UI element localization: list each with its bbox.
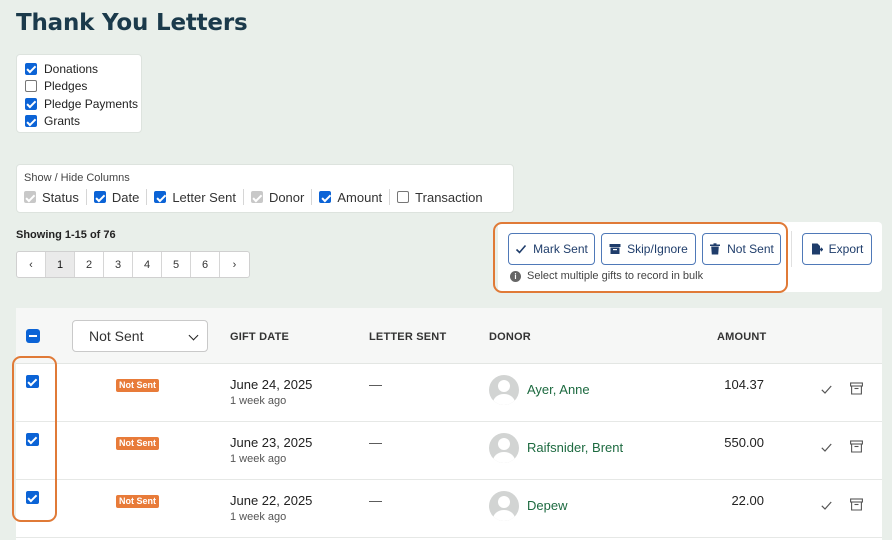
table-header: Not Sent GIFT DATE LETTER SENT DONOR AMO… bbox=[16, 308, 882, 364]
header-amount[interactable]: AMOUNT bbox=[717, 331, 766, 343]
table-row: Not Sent June 23, 2025 1 week ago — Raif… bbox=[16, 422, 882, 480]
gift-date: June 23, 2025 bbox=[230, 435, 313, 450]
pagination-page-2[interactable]: 2 bbox=[75, 252, 104, 277]
status-filter-select[interactable]: Not Sent bbox=[72, 320, 208, 352]
type-donations[interactable]: Donations bbox=[25, 60, 141, 78]
column-visibility-panel: Show / Hide Columns Status Date Letter S… bbox=[16, 164, 514, 213]
column-toggle-letter-sent[interactable]: Letter Sent bbox=[154, 189, 244, 205]
column-label: Status bbox=[42, 189, 79, 205]
column-toggle-donor: Donor bbox=[250, 189, 313, 205]
pagination-page-5[interactable]: 5 bbox=[162, 252, 191, 277]
archive-icon[interactable] bbox=[850, 498, 863, 511]
donor-column-checkbox bbox=[250, 191, 263, 203]
pagination-page-4[interactable]: 4 bbox=[133, 252, 162, 277]
column-toggle-status: Status bbox=[24, 189, 87, 205]
gift-type-filter: Donations Pledges Pledge Payments Grants bbox=[16, 54, 142, 133]
donations-checkbox[interactable] bbox=[25, 62, 37, 75]
row-checkbox-highlight-outline bbox=[12, 356, 57, 522]
letter-sent-column-checkbox[interactable] bbox=[154, 191, 167, 203]
pagination-page-3[interactable]: 3 bbox=[104, 252, 133, 277]
pagination-next[interactable]: › bbox=[220, 252, 249, 277]
gift-date-relative: 1 week ago bbox=[230, 395, 287, 407]
letter-sent-value: — bbox=[369, 493, 382, 508]
column-label: Transaction bbox=[415, 189, 483, 205]
pagination-page-6[interactable]: 6 bbox=[191, 252, 220, 277]
type-label: Pledges bbox=[44, 79, 88, 94]
donor-link[interactable]: Raifsnider, Brent bbox=[527, 440, 623, 455]
grants-checkbox[interactable] bbox=[25, 115, 37, 128]
status-column-checkbox bbox=[24, 191, 36, 203]
donor-link[interactable]: Depew bbox=[527, 498, 567, 513]
type-label: Grants bbox=[44, 114, 81, 129]
avatar bbox=[489, 375, 519, 405]
export-file-icon bbox=[811, 243, 823, 255]
pagination-prev[interactable]: ‹ bbox=[17, 252, 46, 277]
mark-sent-check-icon[interactable] bbox=[821, 442, 832, 453]
chevron-down-icon bbox=[188, 330, 199, 341]
column-label: Date bbox=[111, 189, 140, 205]
type-label: Donations bbox=[44, 61, 99, 76]
avatar bbox=[489, 491, 519, 521]
column-toggle-transaction[interactable]: Transaction bbox=[397, 189, 489, 205]
gift-date: June 22, 2025 bbox=[230, 493, 313, 508]
type-label: Pledge Payments bbox=[44, 96, 139, 111]
gift-date-relative: 1 week ago bbox=[230, 453, 287, 465]
column-label: Donor bbox=[268, 189, 305, 205]
status-badge: Not Sent bbox=[116, 495, 159, 508]
page-title: Thank You Letters bbox=[16, 10, 248, 36]
header-letter-sent[interactable]: LETTER SENT bbox=[369, 331, 446, 343]
date-column-checkbox[interactable] bbox=[93, 191, 106, 203]
mark-sent-check-icon[interactable] bbox=[821, 384, 832, 395]
table-row: Not Sent June 24, 2025 1 week ago — Ayer… bbox=[16, 364, 882, 422]
status-badge: Not Sent bbox=[116, 379, 159, 392]
type-pledges[interactable]: Pledges bbox=[25, 78, 141, 96]
actions-highlight-outline bbox=[493, 222, 788, 293]
donor-link[interactable]: Ayer, Anne bbox=[527, 382, 590, 397]
select-all-checkbox[interactable] bbox=[26, 329, 40, 343]
pledges-checkbox[interactable] bbox=[25, 80, 37, 93]
amount-column-checkbox[interactable] bbox=[319, 191, 332, 203]
pagination-page-1[interactable]: 1 bbox=[46, 252, 75, 277]
mark-sent-check-icon[interactable] bbox=[821, 500, 832, 511]
header-donor[interactable]: DONOR bbox=[489, 331, 531, 343]
status-badge: Not Sent bbox=[116, 437, 159, 450]
amount-value: 550.00 bbox=[724, 435, 764, 450]
header-gift-date[interactable]: GIFT DATE bbox=[230, 331, 289, 343]
export-label: Export bbox=[828, 242, 864, 256]
amount-value: 22.00 bbox=[731, 493, 764, 508]
amount-value: 104.37 bbox=[724, 377, 764, 392]
status-filter-value: Not Sent bbox=[89, 328, 144, 344]
avatar bbox=[489, 433, 519, 463]
gift-date-relative: 1 week ago bbox=[230, 511, 287, 523]
archive-icon[interactable] bbox=[850, 382, 863, 395]
column-toggle-amount[interactable]: Amount bbox=[319, 189, 391, 205]
pagination: ‹ 1 2 3 4 5 6 › bbox=[16, 251, 250, 278]
results-count: Showing 1-15 of 76 bbox=[16, 229, 116, 241]
type-grants[interactable]: Grants bbox=[25, 113, 141, 131]
gift-date: June 24, 2025 bbox=[230, 377, 313, 392]
letter-sent-value: — bbox=[369, 435, 382, 450]
column-visibility-title: Show / Hide Columns bbox=[24, 172, 130, 184]
table-row: Not Sent June 22, 2025 1 week ago — Depe… bbox=[16, 480, 882, 538]
archive-icon[interactable] bbox=[850, 440, 863, 453]
divider bbox=[791, 231, 792, 267]
column-label: Letter Sent bbox=[172, 189, 236, 205]
gifts-table: Not Sent GIFT DATE LETTER SENT DONOR AMO… bbox=[16, 308, 882, 540]
pledge-payments-checkbox[interactable] bbox=[25, 97, 37, 110]
transaction-column-checkbox[interactable] bbox=[397, 191, 410, 203]
type-pledge-payments[interactable]: Pledge Payments bbox=[25, 95, 141, 113]
column-label: Amount bbox=[337, 189, 383, 205]
letter-sent-value: — bbox=[369, 377, 382, 392]
column-toggle-date[interactable]: Date bbox=[93, 189, 148, 205]
export-button[interactable]: Export bbox=[802, 233, 872, 265]
